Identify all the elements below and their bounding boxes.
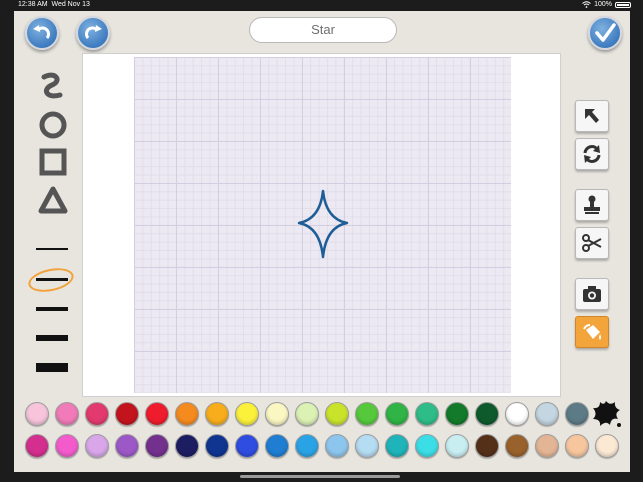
color-swatch[interactable]	[355, 434, 379, 458]
stroke-width-extra-heavy[interactable]	[36, 363, 68, 372]
undo-button[interactable]	[25, 16, 59, 50]
fill-tool-button[interactable]	[575, 316, 609, 348]
stamp-icon	[584, 195, 600, 214]
color-swatch[interactable]	[235, 402, 259, 426]
status-right: 100%	[582, 1, 631, 8]
stamp-tool-button[interactable]	[575, 189, 609, 221]
color-swatch[interactable]	[265, 402, 289, 426]
ink-splat-icon[interactable]	[590, 398, 622, 430]
color-swatch[interactable]	[415, 402, 439, 426]
color-swatch[interactable]	[475, 402, 499, 426]
color-swatch[interactable]	[115, 402, 139, 426]
stroke-width-medium[interactable]	[36, 278, 68, 281]
color-swatch[interactable]	[385, 434, 409, 458]
color-swatch[interactable]	[325, 402, 349, 426]
color-swatch[interactable]	[25, 402, 49, 426]
cut-tool-button[interactable]	[575, 227, 609, 259]
status-bar: 12:38 AM Wed Nov 13 100%	[0, 0, 643, 11]
color-swatch[interactable]	[115, 434, 139, 458]
color-swatch[interactable]	[535, 402, 559, 426]
color-swatch[interactable]	[175, 402, 199, 426]
home-indicator	[240, 475, 400, 478]
shape-name-text: Star	[311, 22, 335, 37]
star-shape[interactable]	[297, 189, 349, 259]
color-swatch[interactable]	[355, 402, 379, 426]
rotate-icon	[583, 145, 601, 163]
color-swatch[interactable]	[565, 434, 589, 458]
stroke-width-thin[interactable]	[36, 248, 68, 250]
battery-percent: 100%	[594, 1, 612, 8]
checkmark-icon	[595, 23, 616, 42]
status-time: 12:38 AM Wed Nov 13	[18, 1, 90, 8]
paint-bucket-icon	[583, 324, 601, 340]
color-swatch[interactable]	[85, 402, 109, 426]
shape-name-field[interactable]: Star	[249, 17, 397, 43]
color-swatch[interactable]	[535, 434, 559, 458]
redo-icon	[85, 25, 102, 39]
rectangle-tool-icon[interactable]	[36, 147, 70, 177]
color-swatch[interactable]	[565, 402, 589, 426]
done-button[interactable]	[588, 16, 622, 50]
color-swatch[interactable]	[505, 434, 529, 458]
color-swatch[interactable]	[385, 402, 409, 426]
rotate-tool-button[interactable]	[575, 138, 609, 170]
color-swatch[interactable]	[25, 434, 49, 458]
redo-button[interactable]	[76, 16, 110, 50]
wifi-icon	[582, 1, 591, 8]
scissors-icon	[582, 234, 602, 252]
app-window: Star	[14, 11, 630, 472]
color-swatch[interactable]	[205, 434, 229, 458]
circle-tool-icon[interactable]	[36, 110, 70, 140]
color-swatch[interactable]	[175, 434, 199, 458]
drawing-canvas[interactable]	[82, 53, 561, 397]
triangle-tool-icon[interactable]	[36, 185, 70, 215]
color-swatch[interactable]	[265, 434, 289, 458]
select-tool-button[interactable]	[575, 100, 609, 132]
color-swatch[interactable]	[55, 434, 79, 458]
battery-icon	[615, 1, 631, 8]
arrow-pointer-icon	[585, 109, 599, 123]
color-swatch[interactable]	[85, 434, 109, 458]
color-swatch[interactable]	[475, 434, 499, 458]
undo-icon	[33, 25, 50, 39]
color-swatch[interactable]	[235, 434, 259, 458]
color-swatch[interactable]	[415, 434, 439, 458]
canvas-grid	[134, 57, 511, 393]
color-swatch[interactable]	[445, 434, 469, 458]
freehand-tool-icon[interactable]	[36, 71, 70, 103]
color-swatch[interactable]	[595, 434, 619, 458]
color-swatch[interactable]	[505, 402, 529, 426]
stroke-width-heavy[interactable]	[36, 335, 68, 341]
color-swatch[interactable]	[55, 402, 79, 426]
color-swatch[interactable]	[145, 402, 169, 426]
color-swatch[interactable]	[445, 402, 469, 426]
camera-icon	[583, 286, 601, 302]
stroke-width-thick[interactable]	[36, 307, 68, 311]
color-swatch[interactable]	[145, 434, 169, 458]
color-swatch[interactable]	[205, 402, 229, 426]
camera-button[interactable]	[575, 278, 609, 310]
color-swatch[interactable]	[295, 434, 319, 458]
color-swatch[interactable]	[325, 434, 349, 458]
color-swatch[interactable]	[295, 402, 319, 426]
